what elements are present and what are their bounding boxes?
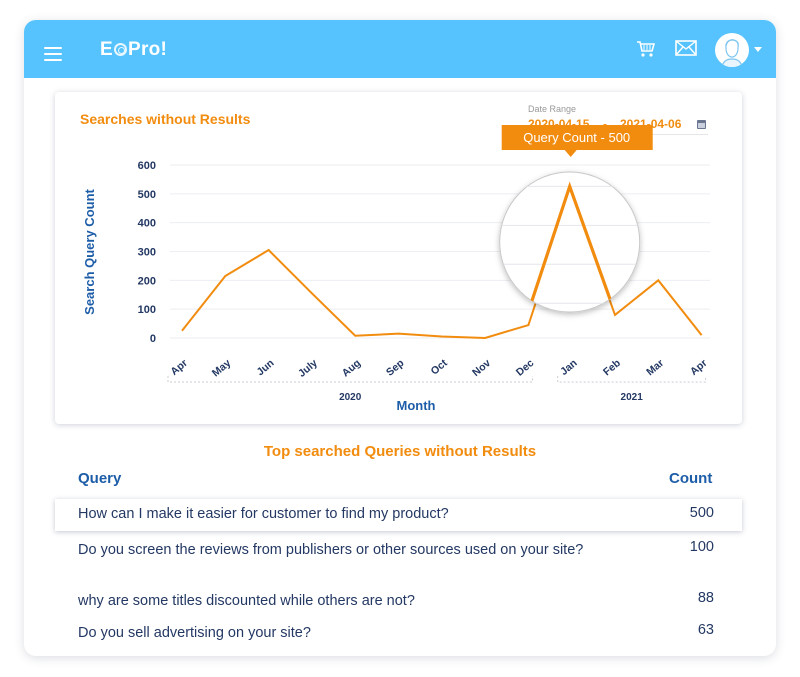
user-avatar-icon[interactable]: [715, 33, 749, 67]
x-tick-label: Jun: [255, 357, 277, 378]
x-tick-label: Sep: [384, 357, 406, 379]
x-tick-label: May: [210, 357, 233, 379]
y-tick-label: 600: [138, 160, 156, 172]
table-row[interactable]: Do you sell advertising on your site? 63: [55, 622, 742, 646]
y-tick-label: 400: [138, 218, 156, 230]
year-group-label: 2020: [339, 392, 362, 403]
x-axis-title: Month: [397, 398, 436, 413]
x-tick-label: Aug: [340, 357, 363, 379]
cart-icon[interactable]: [636, 40, 656, 63]
data-point: [397, 332, 401, 336]
x-tick-label: Nov: [470, 357, 493, 379]
data-point: [353, 334, 357, 338]
query-text: Do you screen the reviews from publisher…: [78, 542, 584, 558]
tooltip-text: Query Count - 500: [523, 130, 630, 145]
x-tick-label: Jan: [558, 357, 580, 378]
top-bar: E Pro!: [24, 20, 776, 78]
y-tick-label: 500: [138, 189, 156, 201]
x-tick-label: July: [296, 357, 320, 380]
caret-down-icon[interactable]: [754, 47, 762, 52]
y-tick-label: 0: [150, 333, 156, 345]
y-axis-title: Search Query Count: [82, 188, 97, 314]
query-count: 100: [689, 539, 714, 555]
data-point: [700, 333, 704, 337]
data-point: [483, 336, 487, 340]
data-point: [310, 291, 314, 295]
tooltip-pointer: [564, 150, 577, 157]
data-point: [526, 323, 530, 327]
magnifier-content: [499, 181, 640, 312]
mail-icon[interactable]: [675, 40, 697, 61]
query-text: Do you sell advertising on your site?: [78, 625, 311, 641]
year-group-label: 2021: [621, 392, 644, 403]
magnified-series-line: [499, 181, 640, 312]
table-row[interactable]: How can I make it easier for customer to…: [55, 499, 742, 531]
x-tick-label: Mar: [644, 357, 666, 378]
chart-card: Searches without Results Date Range 2020…: [55, 92, 742, 424]
data-point: [180, 329, 184, 333]
query-text: How can I make it easier for customer to…: [78, 506, 449, 522]
app-window: E Pro! Searches without Results Date Ran…: [24, 20, 776, 656]
x-tick-label: Apr: [688, 357, 710, 378]
data-point: [223, 274, 227, 278]
query-count: 88: [697, 590, 714, 606]
line-chart: 0 100 200 300 400 500 600 Search Query Count Apr…: [82, 125, 710, 413]
data-point: [656, 278, 660, 282]
query-count: 500: [689, 505, 714, 521]
x-tick-label: Feb: [601, 357, 623, 378]
y-tick-label: 100: [138, 304, 156, 316]
logo-text-left: E: [100, 39, 113, 60]
menu-icon[interactable]: [44, 47, 62, 61]
y-tick-label: 300: [138, 247, 156, 259]
table-row[interactable]: why are some titles discounted while oth…: [55, 590, 742, 614]
logo-target-icon: [113, 43, 127, 56]
data-point: [613, 313, 617, 317]
x-tick-label: Dec: [514, 357, 537, 379]
x-tick-label: Apr: [168, 357, 190, 378]
column-header-query: Query: [78, 470, 122, 487]
data-point: [440, 335, 444, 339]
logo[interactable]: E Pro!: [100, 39, 167, 61]
table-title: Top searched Queries without Results: [263, 443, 537, 460]
table-row[interactable]: Do you screen the reviews from publisher…: [55, 539, 742, 581]
year-group-bracket: [557, 376, 707, 383]
column-header-count: Count: [669, 470, 713, 487]
logo-text-right: Pro!: [127, 39, 168, 60]
query-count: 63: [697, 622, 714, 638]
x-tick-label: Oct: [429, 357, 451, 378]
y-tick-label: 200: [138, 275, 156, 287]
query-text: why are some titles discounted while oth…: [78, 593, 415, 609]
data-point: [267, 248, 271, 252]
magnifier-lens: [499, 171, 641, 313]
